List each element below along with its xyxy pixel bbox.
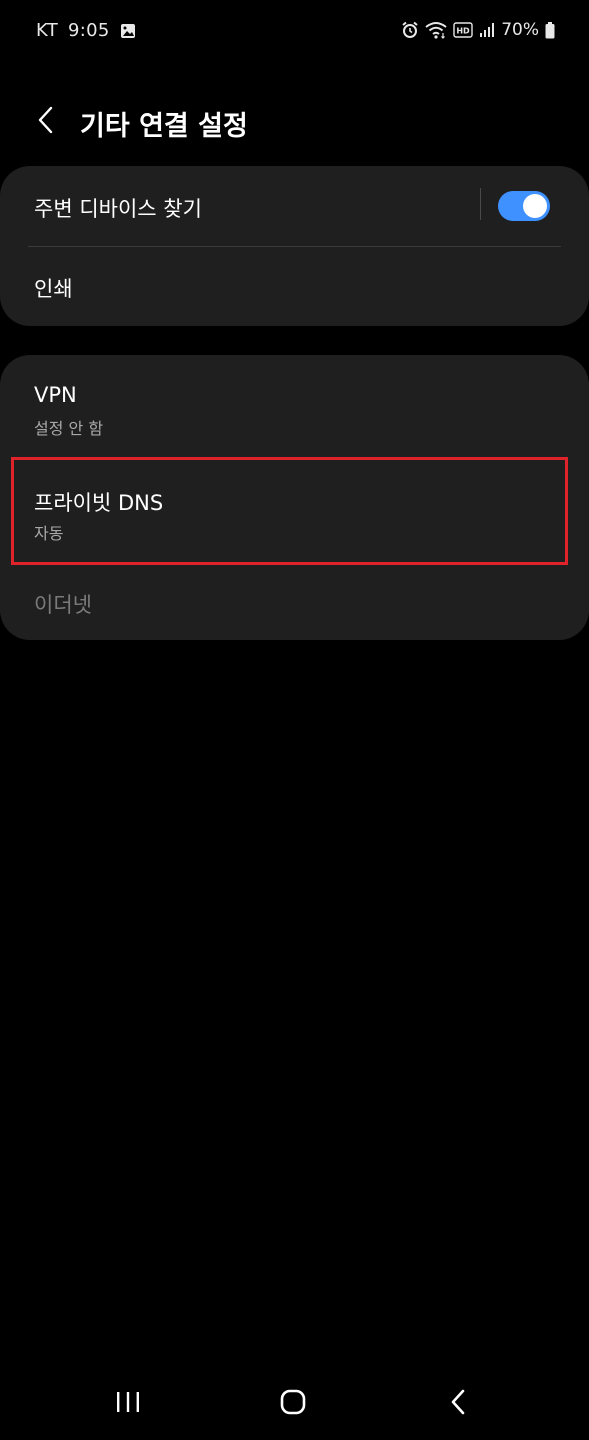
toggle-separator — [480, 188, 481, 220]
private-dns-status: 자동 — [34, 524, 64, 543]
recents-icon — [115, 1390, 141, 1418]
status-right: HD 70% — [401, 20, 555, 40]
vpn-status: 설정 안 함 — [34, 419, 104, 438]
clock: 9:05 — [68, 20, 110, 41]
print-row[interactable]: 인쇄 — [0, 247, 589, 326]
header: 기타 연결 설정 — [0, 90, 589, 154]
print-label: 인쇄 — [34, 277, 73, 301]
gallery-icon — [120, 23, 136, 39]
carrier: KT — [36, 20, 59, 41]
private-dns-row[interactable]: 프라이빗 DNS 자동 — [0, 457, 589, 565]
chevron-left-icon — [36, 105, 56, 139]
nav-back-button[interactable] — [428, 1382, 488, 1426]
status-left: KT 9:05 — [36, 20, 136, 41]
status-bar: KT 9:05 HD 70% — [0, 0, 589, 64]
navigation-bar — [0, 1372, 589, 1440]
card-network: VPN 설정 안 함 프라이빗 DNS 자동 이더넷 — [0, 355, 589, 640]
page-title: 기타 연결 설정 — [80, 111, 248, 142]
alarm-icon — [401, 21, 419, 39]
back-icon — [449, 1389, 467, 1419]
wifi-icon — [425, 21, 447, 39]
nearby-devices-label: 주변 디바이스 찾기 — [34, 197, 202, 221]
home-icon — [280, 1389, 306, 1419]
signal-icon — [479, 22, 495, 38]
toggle-knob — [523, 194, 547, 218]
battery-text: 70% — [501, 20, 539, 40]
recents-button[interactable] — [98, 1382, 158, 1426]
nearby-devices-row[interactable]: 주변 디바이스 찾기 — [0, 166, 589, 246]
nearby-devices-toggle[interactable] — [498, 191, 550, 221]
ethernet-label: 이더넷 — [34, 593, 92, 617]
vpn-label: VPN — [34, 383, 77, 407]
vpn-row[interactable]: VPN 설정 안 함 — [0, 355, 589, 457]
back-button[interactable] — [26, 102, 66, 142]
private-dns-label: 프라이빗 DNS — [34, 491, 164, 515]
ethernet-row[interactable]: 이더넷 — [0, 565, 589, 640]
card-connections: 주변 디바이스 찾기 인쇄 — [0, 166, 589, 326]
svg-text:HD: HD — [457, 27, 471, 36]
battery-icon — [545, 21, 555, 39]
home-button[interactable] — [263, 1382, 323, 1426]
hd-icon: HD — [453, 22, 473, 38]
